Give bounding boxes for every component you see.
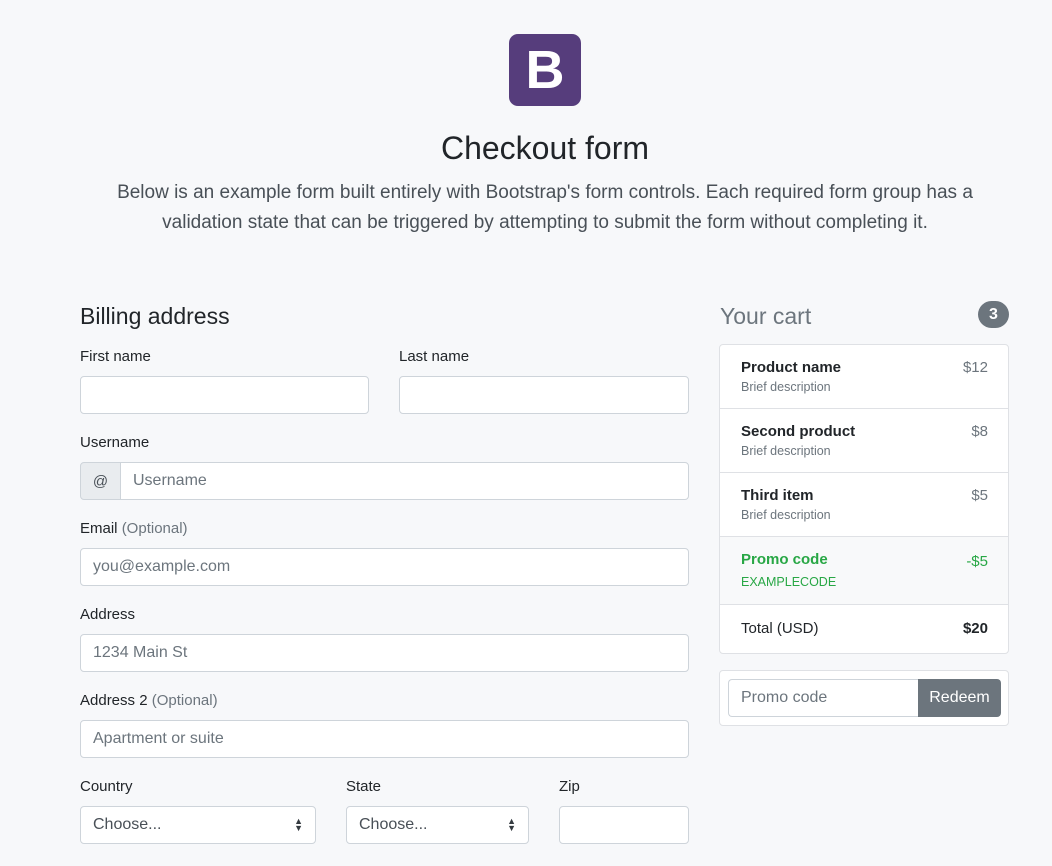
item-description: Brief description (741, 444, 831, 458)
cart-item: Product name Brief description $12 (720, 345, 1008, 409)
cart-item: Second product Brief description $8 (720, 409, 1008, 473)
address2-label-text: Address 2 (80, 692, 148, 709)
cart-count-badge: 3 (978, 301, 1009, 328)
total-value: $20 (962, 620, 988, 637)
promo-code: EXAMPLECODE (741, 575, 837, 589)
email-label-text: Email (80, 520, 118, 537)
address2-input[interactable]: Apartment or suite (80, 720, 689, 758)
item-price: $5 (971, 487, 988, 504)
last-name-label: Last name (399, 348, 470, 365)
username-input[interactable]: Username (120, 462, 689, 500)
email-optional-text: (Optional) (121, 520, 188, 537)
item-name: Product name (741, 359, 842, 376)
select-arrows-icon: ▲ ▼ (294, 816, 303, 833)
page-lead: Below is an example form built entirely … (117, 182, 973, 233)
item-price: $12 (962, 359, 988, 376)
address2-label: Address 2 (Optional) (80, 692, 218, 710)
total-label: Total (USD) (741, 620, 819, 637)
zip-input[interactable] (559, 806, 689, 844)
at-prefix: @ (80, 462, 121, 500)
promo-code-form: Promo code Redeem (719, 670, 1009, 726)
promo-amount: -$5 (966, 553, 988, 570)
first-name-label: First name (80, 348, 151, 365)
cart-list: Product name Brief description $12 Secon… (719, 344, 1009, 654)
last-name-input[interactable] (399, 376, 689, 414)
address-input[interactable]: 1234 Main St (80, 634, 689, 672)
address-label: Address (80, 606, 136, 623)
total-row: Total (USD) $20 (720, 605, 1008, 653)
cart-item: Third item Brief description $5 (720, 473, 1008, 537)
promo-row: Promo code EXAMPLECODE -$5 (720, 537, 1008, 605)
redeem-button[interactable]: Redeem (918, 679, 1001, 717)
item-name: Second product (741, 423, 856, 440)
page-title: Checkout form (440, 130, 650, 166)
item-description: Brief description (741, 508, 831, 522)
promo-code-placeholder: Promo code (741, 689, 828, 706)
username-label: Username (80, 434, 150, 451)
first-name-input[interactable] (80, 376, 369, 414)
item-price: $8 (971, 423, 988, 440)
country-value: Choose... (93, 816, 162, 833)
zip-label: Zip (559, 778, 580, 795)
username-placeholder: Username (133, 472, 207, 489)
billing-title: Billing address (80, 303, 230, 329)
email-label: Email (Optional) (80, 520, 188, 538)
country-select[interactable]: Choose... ▲ ▼ (80, 806, 316, 844)
email-placeholder: you@example.com (93, 558, 231, 575)
item-name: Third item (741, 487, 814, 504)
address2-placeholder: Apartment or suite (93, 730, 224, 747)
item-description: Brief description (741, 380, 831, 394)
state-value: Choose... (359, 816, 428, 833)
country-label: Country (80, 778, 133, 795)
state-label: State (346, 778, 382, 795)
select-arrows-icon: ▲ ▼ (507, 816, 516, 833)
promo-name: Promo code (741, 551, 828, 568)
promo-code-input[interactable]: Promo code (728, 679, 918, 717)
cart-title: Your cart (720, 303, 812, 329)
address-placeholder: 1234 Main St (93, 644, 188, 661)
bootstrap-logo: B (509, 34, 581, 106)
address2-optional-text: (Optional) (151, 692, 218, 709)
email-input[interactable]: you@example.com (80, 548, 689, 586)
state-select[interactable]: Choose... ▲ ▼ (346, 806, 529, 844)
